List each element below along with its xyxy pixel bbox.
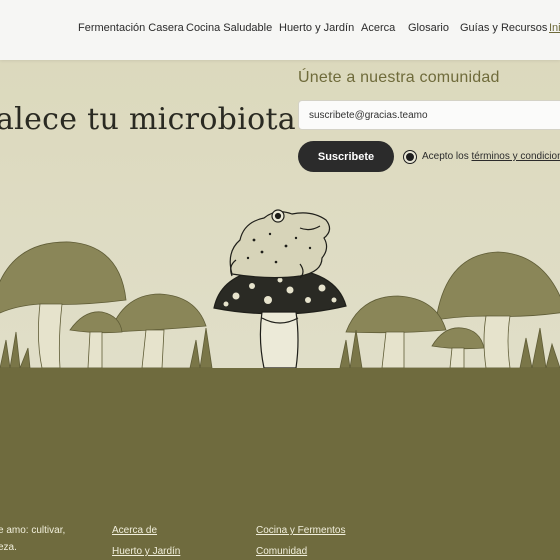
nav-link-huerto[interactable]: Huerto y Jardín <box>279 22 354 34</box>
hero-section: alece tu microbiota Únete a nuestra comu… <box>0 60 560 368</box>
nav-link-cocina[interactable]: Cocina Saludable <box>186 22 272 34</box>
subscribe-button[interactable]: Suscribete <box>298 141 394 172</box>
mushroom-stem-right-mid <box>381 331 405 368</box>
nav-link-acerca[interactable]: Acerca <box>361 22 395 34</box>
nav-link-inicio[interactable]: Ini <box>549 22 560 34</box>
central-mushroom <box>213 267 347 368</box>
grass-left <box>0 327 213 368</box>
terms-link[interactable]: términos y condicion <box>471 151 560 162</box>
mushroom-stem-right-large <box>483 315 511 368</box>
footer-about-line-1: e amo: cultivar, <box>0 525 66 536</box>
site-footer: e amo: cultivar, eza. Acerca de Huerto y… <box>0 368 560 560</box>
mushroom-cap-right-large <box>435 251 560 321</box>
hero-title: alece tu microbiota <box>0 102 296 137</box>
mushroom-cap-right-small <box>431 327 485 350</box>
footer-link-cocina-fermentos[interactable]: Cocina y Fermentos <box>256 525 345 536</box>
consent-prefix: Acepto los <box>422 151 472 162</box>
mushroom-stem-left-small <box>87 331 103 368</box>
consent-label: Acepto los términos y condicion <box>422 151 560 162</box>
mushroom-stem-left-mid <box>141 329 165 368</box>
email-field[interactable] <box>298 100 560 130</box>
mushroom-frog-illustration <box>0 209 560 368</box>
mushroom-stem-left-large <box>38 303 63 368</box>
newsletter-title: Únete a nuestra comunidad <box>298 69 500 86</box>
frog-figure <box>229 209 331 279</box>
top-nav: Fermentación Casera Cocina Saludable Hue… <box>0 0 560 60</box>
footer-about-line-2: eza. <box>0 542 17 553</box>
mushroom-cap-left-large <box>0 241 127 314</box>
footer-link-acerca[interactable]: Acerca de <box>112 525 157 536</box>
mushroom-stem-right-small <box>449 347 465 368</box>
nav-link-guias[interactable]: Guías y Recursos <box>460 22 547 34</box>
mushroom-cap-left-small <box>69 311 123 334</box>
footer-link-huerto[interactable]: Huerto y Jardín <box>112 546 180 557</box>
nav-link-fermentacion[interactable]: Fermentación Casera <box>78 22 184 34</box>
radio-selected-icon[interactable] <box>404 151 416 163</box>
mushroom-cap-right-mid <box>345 295 447 334</box>
footer-link-comunidad[interactable]: Comunidad <box>256 546 307 557</box>
nav-link-glosario[interactable]: Glosario <box>408 22 449 34</box>
